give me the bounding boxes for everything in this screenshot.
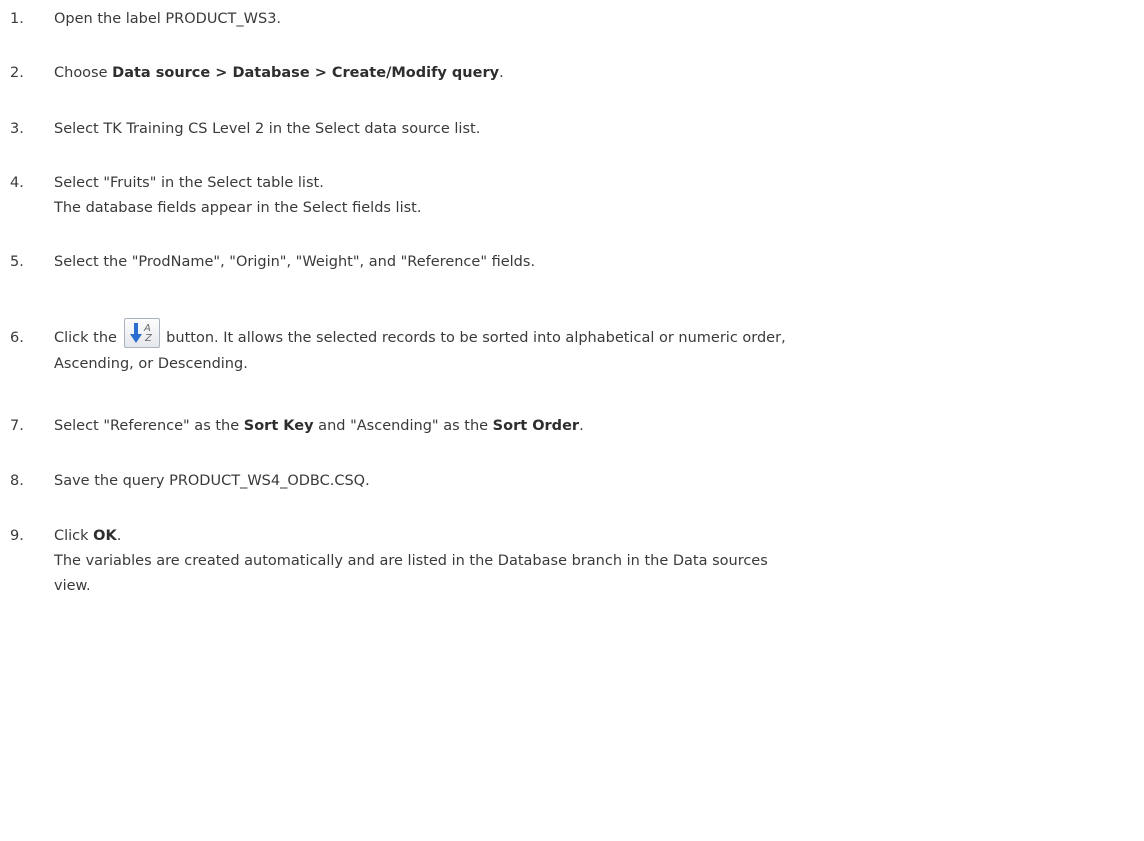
sort-order-label: Sort Order: [492, 418, 580, 434]
step-result-cont: view.: [54, 578, 91, 594]
step-text: Click the: [54, 330, 122, 346]
step-number: 9.: [10, 528, 24, 544]
step-number: 7.: [10, 418, 24, 434]
step-result: The database fields appear in the Select…: [54, 200, 422, 216]
step-text: Choose: [54, 65, 113, 81]
ok-label: OK: [93, 528, 117, 544]
step-number: 5.: [10, 254, 24, 270]
svg-text:Z: Z: [144, 333, 153, 344]
step-number: 3.: [10, 121, 24, 137]
step-number: 2.: [10, 65, 24, 81]
step-text: Select "Fruits" in the Select table list…: [54, 175, 324, 191]
step-text: Select the "ProdName", "Origin", "Weight…: [54, 254, 536, 270]
step-text-end: .: [499, 65, 504, 81]
step-number: 8.: [10, 473, 24, 489]
step-text: Select TK Training CS Level 2 in the Sel…: [54, 121, 481, 137]
step-number: 1.: [10, 11, 24, 27]
step-text-cont: button. It allows the selected records t…: [161, 330, 786, 346]
step-text: Open the label PRODUCT_WS3.: [54, 11, 282, 27]
sort-ascending-az-icon: AZ: [129, 323, 153, 344]
menu-path: Data source > Database > Create/Modify q…: [112, 65, 500, 81]
sort-key-label: Sort Key: [243, 418, 314, 434]
step-text: Save the query PRODUCT_WS4_ODBC.CSQ.: [54, 473, 370, 489]
step-number: 4.: [10, 175, 24, 191]
step-number: 6.: [10, 330, 24, 346]
step-result: The variables are created automatically …: [54, 553, 768, 569]
sort-button[interactable]: AZ: [123, 318, 160, 348]
